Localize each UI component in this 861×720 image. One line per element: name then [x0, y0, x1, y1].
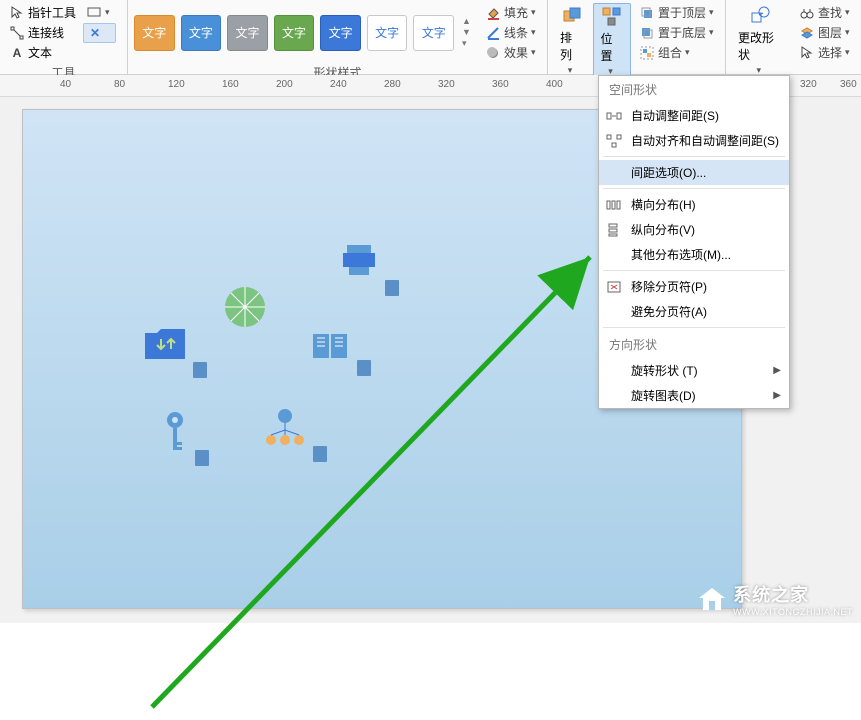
delete-connector[interactable]: ✕ — [83, 23, 116, 43]
dropdown-separator — [603, 188, 785, 189]
text-icon: A — [9, 45, 25, 61]
shape-server-2[interactable] — [193, 362, 207, 378]
effect-icon — [485, 45, 501, 61]
menu-auto-space[interactable]: 自动调整间距(S) — [599, 103, 789, 128]
menu-avoid-break[interactable]: 避免分页符(A) — [599, 299, 789, 324]
group-button[interactable]: 组合▾ — [637, 43, 719, 62]
shape-globe[interactable] — [223, 285, 267, 332]
send-back-button[interactable]: 置于底层▾ — [637, 23, 719, 42]
rectangle-icon — [86, 4, 102, 20]
menu-distribute-other[interactable]: 其他分布选项(M)... — [599, 242, 789, 267]
pointer-tool[interactable]: 指针工具 — [6, 3, 79, 22]
shape-folder-transfer[interactable] — [143, 325, 189, 366]
group-icon — [639, 45, 655, 61]
style-swatch-grey[interactable]: 文字 — [227, 15, 268, 51]
connector-icon — [9, 25, 25, 41]
x-icon: ✕ — [87, 25, 103, 41]
find-button[interactable]: 查找▾ — [797, 3, 855, 22]
group-tools: 指针工具 连接线 A 文本 ▾ ✕ — [0, 0, 128, 74]
shape-printer[interactable] — [341, 243, 381, 280]
position-icon — [601, 6, 623, 28]
auto-align-icon — [605, 133, 623, 149]
arrange-icon — [561, 5, 583, 27]
line-icon — [485, 25, 501, 41]
bring-front-icon — [639, 5, 655, 21]
fill-button[interactable]: 填充▾ — [483, 3, 541, 22]
shape-server-5[interactable] — [313, 446, 327, 462]
style-swatch-blue[interactable]: 文字 — [181, 15, 222, 51]
gallery-more-icon[interactable]: ▾ — [462, 38, 471, 49]
dropdown-section-direction: 方向形状 — [599, 331, 789, 358]
menu-remove-break[interactable]: 移除分页符(P) — [599, 274, 789, 299]
group-arrange: 排列 ▾ 位置 ▾ 置于顶层▾ 置于底层▾ 组合▾ — [548, 0, 726, 74]
house-icon — [697, 586, 727, 612]
watermark-en: WWW.XITONGZHIJIA.NET — [733, 607, 853, 617]
watermark: 系统之家 WWW.XITONGZHIJIA.NET — [697, 581, 853, 617]
send-back-icon — [639, 25, 655, 41]
gallery-down-icon[interactable]: ▼ — [462, 27, 471, 37]
style-swatch-darkblue[interactable]: 文字 — [320, 15, 361, 51]
style-swatch-orange[interactable]: 文字 — [134, 15, 175, 51]
arrange-button[interactable]: 排列 ▾ — [554, 3, 589, 78]
watermark-cn: 系统之家 — [733, 581, 853, 607]
effect-button[interactable]: 效果▾ — [483, 43, 541, 62]
position-dropdown: 空间形状 自动调整间距(S) 自动对齐和自动调整间距(S) 间距选项(O)...… — [598, 75, 790, 409]
layers-button[interactable]: 图层▾ — [797, 23, 855, 42]
bring-front-button[interactable]: 置于顶层▾ — [637, 3, 719, 22]
dist-h-icon — [605, 197, 623, 213]
position-button[interactable]: 位置 ▾ — [593, 3, 630, 80]
menu-rotate-diagram[interactable]: 旋转图表(D) ▶ — [599, 383, 789, 408]
style-swatch-green[interactable]: 文字 — [274, 15, 315, 51]
shape-server-3[interactable] — [357, 360, 371, 376]
dropdown-separator — [603, 270, 785, 271]
connector-tool[interactable]: 连接线 — [6, 23, 79, 42]
auto-space-icon — [605, 108, 623, 124]
text-label: 文本 — [28, 44, 52, 61]
dropdown-separator — [603, 156, 785, 157]
rectangle-tool[interactable]: ▾ — [83, 3, 116, 21]
dist-v-icon — [605, 222, 623, 238]
style-swatch-outline1[interactable]: 文字 — [367, 15, 408, 51]
line-button[interactable]: 线条▾ — [483, 23, 541, 42]
shape-server-4[interactable] — [195, 450, 209, 466]
menu-spacing-options[interactable]: 间距选项(O)... — [599, 160, 789, 185]
menu-auto-align[interactable]: 自动对齐和自动调整间距(S) — [599, 128, 789, 153]
text-tool[interactable]: A 文本 — [6, 43, 79, 62]
shape-key[interactable] — [163, 410, 187, 457]
select-icon — [799, 45, 815, 61]
change-shape-button[interactable]: 更改形状 ▾ — [732, 3, 789, 78]
chevron-down-icon: ▾ — [105, 7, 113, 18]
select-button[interactable]: 选择▾ — [797, 43, 855, 62]
group-edit: 更改形状 ▾ 查找▾ 图层▾ 选择▾ 辑 — [726, 0, 861, 74]
gallery-up-icon[interactable]: ▲ — [462, 16, 471, 26]
connector-label: 连接线 — [28, 24, 64, 41]
menu-rotate-shape[interactable]: 旋转形状 (T) ▶ — [599, 358, 789, 383]
fill-icon — [485, 5, 501, 21]
remove-break-icon — [605, 279, 623, 295]
shape-hierarchy[interactable] — [263, 408, 307, 451]
shape-server-1[interactable] — [385, 280, 399, 296]
submenu-arrow-icon: ▶ — [773, 365, 781, 376]
submenu-arrow-icon: ▶ — [773, 390, 781, 401]
group-shape-styles: 文字 文字 文字 文字 文字 文字 文字 ▲ ▼ ▾ 填充▾ 线条▾ — [128, 0, 548, 74]
shape-books[interactable] — [311, 330, 353, 365]
pointer-label: 指针工具 — [28, 4, 76, 21]
ribbon: 指针工具 连接线 A 文本 ▾ ✕ — [0, 0, 861, 75]
layers-icon — [799, 25, 815, 41]
menu-distribute-v[interactable]: 纵向分布(V) — [599, 217, 789, 242]
style-swatch-outline2[interactable]: 文字 — [413, 15, 454, 51]
binoculars-icon — [799, 5, 815, 21]
cursor-icon — [9, 5, 25, 21]
dropdown-section-space: 空间形状 — [599, 76, 789, 103]
dropdown-separator — [603, 327, 785, 328]
change-shape-icon — [749, 5, 771, 27]
menu-distribute-h[interactable]: 横向分布(H) — [599, 192, 789, 217]
